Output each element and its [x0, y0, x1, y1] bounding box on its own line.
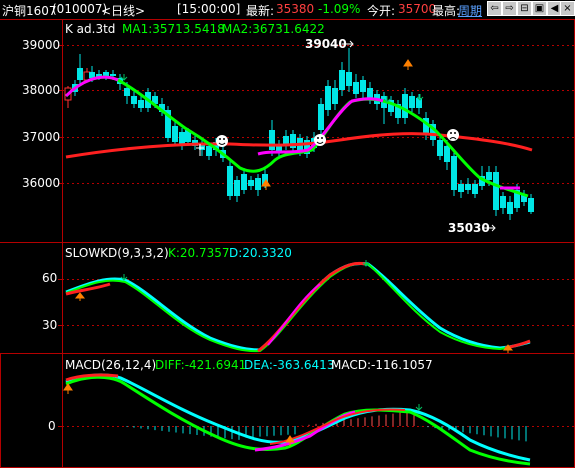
candle-body — [227, 166, 233, 196]
macd-name: MACD(26,12,4) — [65, 358, 157, 372]
y-tick-36000: 36000 — [22, 176, 61, 190]
candle-body — [138, 100, 144, 108]
candle-body — [507, 202, 513, 214]
candle-body — [486, 172, 492, 180]
candle-body — [206, 146, 212, 156]
buy-arrow-icon — [63, 383, 73, 394]
candle-body — [465, 184, 471, 190]
high-annotation: 39040 — [305, 37, 347, 51]
candle-body — [325, 86, 331, 110]
candle-body — [500, 196, 506, 208]
candle-body — [402, 94, 408, 118]
candle-body — [248, 180, 254, 186]
candle-body — [472, 184, 478, 194]
macd-dea-value: DEA:-363.6413 — [244, 358, 335, 372]
ma2-value: MA2:36731.6422 — [222, 22, 325, 36]
candle-body — [255, 178, 261, 190]
kd-tick-30: 30 — [42, 318, 58, 332]
candle-body — [409, 96, 415, 108]
candle-body — [110, 74, 116, 76]
main-indicator-name: K ad.3td — [65, 22, 116, 36]
macd-diff-line — [65, 375, 531, 466]
candle-body — [77, 68, 83, 80]
candle-body — [234, 180, 240, 196]
candle-body — [458, 184, 464, 192]
macd-diff-value: DIFF:-421.6941 — [155, 358, 247, 372]
y-tick-37000: 37000 — [22, 130, 61, 144]
candlestick-series — [64, 48, 534, 220]
candle-body — [528, 198, 534, 212]
macd-tick-0: 0 — [48, 419, 56, 433]
buy-arrow-icon — [403, 59, 413, 70]
kd-d-value: D:20.3320 — [229, 246, 292, 260]
candle-body — [269, 130, 275, 150]
candle-body — [360, 80, 366, 92]
y-tick-38000: 38000 — [22, 83, 61, 97]
smiley-icon — [314, 134, 326, 146]
candle-body — [493, 172, 499, 210]
candle-body — [339, 70, 345, 90]
kd-k-value: K:20.7357 — [168, 246, 230, 260]
candle-body — [451, 156, 457, 190]
candle-body — [283, 136, 289, 144]
smiley-icon — [216, 135, 228, 147]
sell-arrow-icon — [415, 404, 423, 411]
candle-body — [437, 140, 443, 156]
candle-body — [444, 146, 450, 162]
buy-arrow-icon — [74, 292, 86, 301]
kd-name: SLOWKD(9,3,3,2) — [65, 246, 169, 260]
candle-body — [172, 126, 178, 142]
y-tick-39000: 39000 — [22, 38, 61, 52]
candle-body — [346, 72, 352, 86]
candle-body — [124, 88, 130, 96]
candle-body — [131, 96, 137, 104]
frown-icon — [447, 129, 459, 141]
candle-body — [318, 104, 324, 130]
candle-body — [241, 174, 247, 190]
macd-value: MACD:-116.1057 — [331, 358, 433, 372]
kd-tick-60: 60 — [42, 271, 58, 285]
macd-dea-line — [65, 373, 531, 462]
candle-body — [332, 88, 338, 104]
candle-body — [353, 82, 359, 94]
low-annotation: 35030 — [448, 221, 490, 235]
ma1-value: MA1:35713.5418 — [122, 22, 225, 36]
